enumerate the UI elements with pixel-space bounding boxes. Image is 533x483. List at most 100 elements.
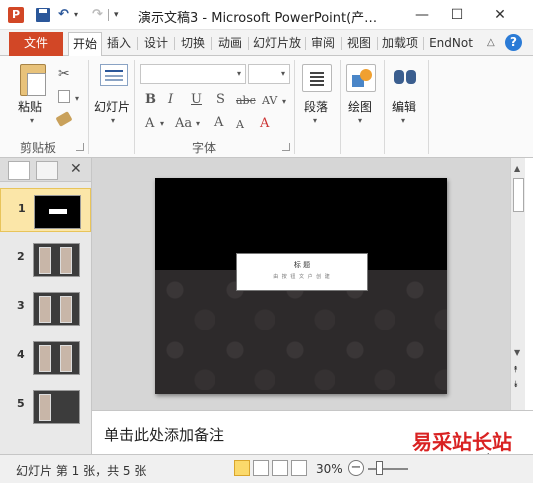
spacing-dropdown-icon[interactable]: ▾: [282, 97, 286, 106]
outline-tab-icon[interactable]: [36, 161, 58, 180]
paragraph-icon[interactable]: [302, 64, 332, 92]
grow-font-button[interactable]: A: [214, 115, 223, 131]
character-spacing-button[interactable]: AV: [262, 93, 277, 109]
change-case-dropdown-icon[interactable]: ▾: [196, 119, 200, 128]
font-launcher-icon[interactable]: [282, 143, 290, 151]
copy-dropdown-icon[interactable]: ▾: [75, 94, 79, 103]
photo-image: [39, 296, 51, 323]
slides-tab-icon[interactable]: [8, 161, 30, 180]
minimize-button[interactable]: —: [410, 4, 434, 26]
tab-addins[interactable]: 加载项: [380, 32, 420, 56]
photo-image: [60, 296, 72, 323]
underline-button[interactable]: U: [191, 92, 202, 108]
maximize-button[interactable]: ☐: [445, 4, 469, 26]
vertical-scrollbar[interactable]: ▲ ▼ ⯭ ⯯: [510, 158, 525, 410]
next-slide-icon[interactable]: ⯯: [513, 380, 518, 390]
clear-formatting-button[interactable]: A: [260, 116, 269, 132]
scroll-down-icon[interactable]: ▼: [514, 348, 520, 357]
scroll-thumb[interactable]: [513, 178, 524, 212]
zoom-slider-handle[interactable]: [376, 461, 383, 475]
help-icon[interactable]: ?: [505, 34, 522, 51]
tab-divider: [211, 37, 212, 50]
paragraph-dropdown-icon[interactable]: ▾: [313, 116, 317, 125]
notes-placeholder[interactable]: 单击此处添加备注: [104, 424, 224, 445]
minimize-ribbon-icon[interactable]: △: [487, 37, 495, 48]
new-slide-icon[interactable]: [100, 64, 128, 86]
shrink-font-button[interactable]: A: [236, 117, 244, 133]
slide-subtitle[interactable]: 由 按 钮 文 户 创 建: [237, 273, 367, 280]
drawing-shapes-icon[interactable]: [346, 64, 376, 92]
tab-home[interactable]: 开始: [68, 32, 102, 57]
slide-thumbnail[interactable]: [33, 341, 80, 375]
slides-button[interactable]: 幻灯片: [94, 98, 130, 115]
undo-icon[interactable]: ↶: [58, 6, 69, 24]
font-name-combo[interactable]: ▾: [140, 64, 246, 84]
format-painter-icon[interactable]: [55, 111, 73, 127]
undo-dropdown-icon[interactable]: ▾: [74, 6, 78, 24]
paste-button[interactable]: 粘贴: [18, 98, 42, 115]
slide-thumbnail[interactable]: [33, 243, 80, 277]
editing-button[interactable]: 编辑: [392, 98, 416, 115]
paste-dropdown-icon[interactable]: ▾: [30, 116, 34, 125]
paragraph-button[interactable]: 段落: [304, 98, 328, 115]
slide-thumbnail[interactable]: [33, 292, 80, 326]
slide-thumbnail[interactable]: [34, 195, 81, 229]
tab-endnote[interactable]: EndNot: [426, 32, 476, 56]
font-size-dropdown-icon[interactable]: ▾: [281, 69, 285, 78]
previous-slide-icon[interactable]: ⯭: [513, 365, 518, 375]
tab-design[interactable]: 设计: [141, 32, 171, 56]
photo-image: [60, 345, 72, 372]
normal-view-icon[interactable]: [234, 460, 250, 476]
tab-divider: [341, 37, 342, 50]
binoculars-icon[interactable]: [390, 64, 420, 92]
slide-thumbnail-row[interactable]: 5: [0, 384, 91, 428]
paste-icon[interactable]: [20, 64, 46, 96]
customize-quick-access-icon[interactable]: ▾: [114, 6, 119, 24]
slide-thumbnail-row[interactable]: 4: [0, 335, 91, 379]
tab-insert[interactable]: 插入: [104, 32, 134, 56]
slide-thumbnail-row[interactable]: 1: [0, 188, 91, 232]
strikethrough-button[interactable]: abc: [236, 93, 256, 109]
save-icon[interactable]: [36, 8, 50, 22]
tab-review[interactable]: 审阅: [308, 32, 338, 56]
italic-button[interactable]: I: [168, 92, 173, 108]
tab-file[interactable]: 文件: [9, 32, 63, 56]
panel-close-icon[interactable]: ✕: [70, 161, 82, 177]
tab-animations[interactable]: 动画: [215, 32, 245, 56]
font-name-dropdown-icon[interactable]: ▾: [237, 69, 241, 78]
change-case-button[interactable]: Aa: [175, 116, 192, 132]
zoom-level[interactable]: 30%: [316, 462, 343, 476]
font-color-button[interactable]: A: [145, 116, 154, 132]
font-size-combo[interactable]: ▾: [248, 64, 290, 84]
zoom-out-button[interactable]: −: [348, 460, 364, 476]
slide-thumbnail[interactable]: [33, 390, 80, 424]
cut-icon[interactable]: ✂: [58, 66, 70, 82]
close-button[interactable]: ✕: [488, 4, 512, 26]
drawing-dropdown-icon[interactable]: ▾: [358, 116, 362, 125]
powerpoint-logo-icon[interactable]: P: [8, 7, 24, 23]
slide-title[interactable]: 标 题: [237, 260, 367, 270]
font-color-dropdown-icon[interactable]: ▾: [160, 119, 164, 128]
title-placeholder[interactable]: 标 题 由 按 钮 文 户 创 建: [236, 253, 368, 291]
photo-image: [39, 345, 51, 372]
tab-slideshow[interactable]: 幻灯片放: [252, 32, 302, 56]
notes-pane[interactable]: 单击此处添加备注 易采站长站 www.easck.com: [92, 410, 533, 464]
current-slide[interactable]: 标 题 由 按 钮 文 户 创 建: [155, 178, 447, 394]
slide-sorter-view-icon[interactable]: [253, 460, 269, 476]
reading-view-icon[interactable]: [272, 460, 288, 476]
copy-icon[interactable]: [58, 90, 70, 103]
slide-thumbnail-row[interactable]: 2: [0, 237, 91, 281]
tab-transitions[interactable]: 切换: [178, 32, 208, 56]
drawing-button[interactable]: 绘图: [348, 98, 372, 115]
clipboard-launcher-icon[interactable]: [76, 143, 84, 151]
slides-dropdown-icon[interactable]: ▾: [111, 116, 115, 125]
slide-thumbnail-row[interactable]: 3: [0, 286, 91, 330]
slideshow-view-icon[interactable]: [291, 460, 307, 476]
bold-button[interactable]: B: [145, 92, 156, 108]
redo-icon[interactable]: ↷: [92, 6, 103, 24]
zoom-slider[interactable]: [368, 468, 408, 470]
tab-view[interactable]: 视图: [344, 32, 374, 56]
scroll-up-icon[interactable]: ▲: [514, 164, 520, 173]
text-shadow-button[interactable]: S: [216, 92, 225, 108]
editing-dropdown-icon[interactable]: ▾: [401, 116, 405, 125]
